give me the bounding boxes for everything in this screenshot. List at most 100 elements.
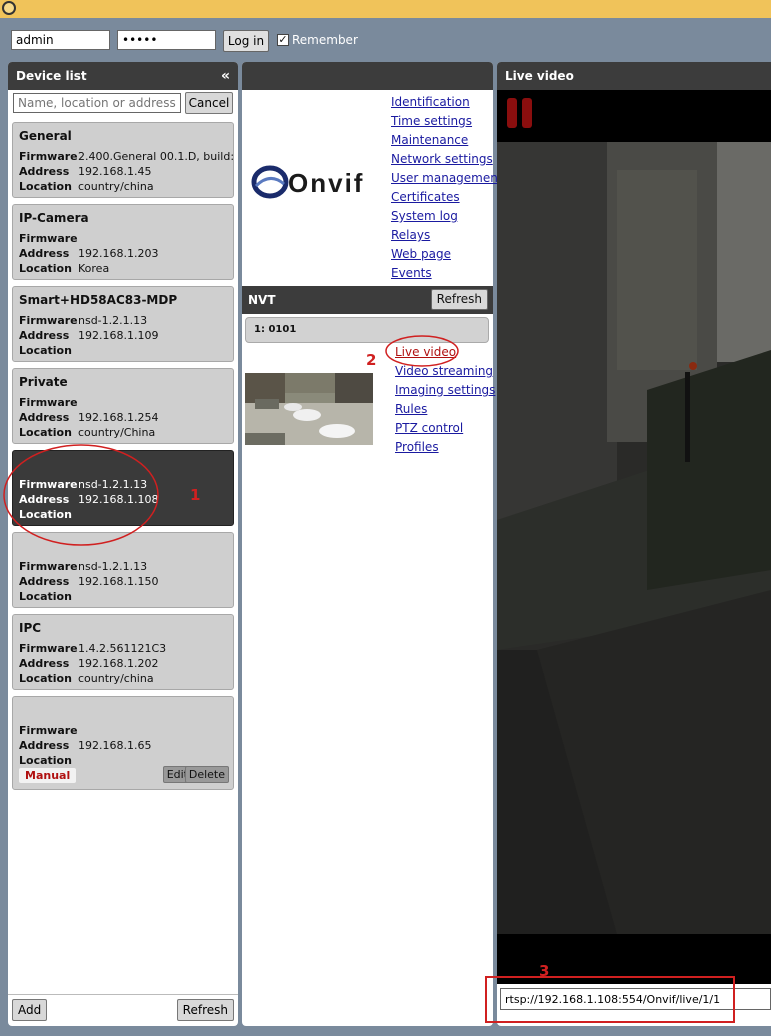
firmware-label: Firmware [19,314,78,327]
device-list-panel: Device list « Cancel General Firmware2.4… [8,62,238,1026]
device-address: 192.168.1.108 [78,493,159,506]
device-search-input[interactable] [13,93,181,113]
device-card[interactable]: Firmware Address 192.168.1.65 Location Ma… [12,696,234,790]
device-address-row: Address 192.168.1.254 [19,411,158,426]
link-imaging-settings[interactable]: Imaging settings [395,381,495,400]
address-label: Address [19,493,70,506]
link-identification[interactable]: Identification [391,93,503,112]
pause-icon[interactable] [507,98,533,128]
device-name: Private [19,375,68,389]
onvif-logo: Onvif [251,165,364,199]
link-relays[interactable]: Relays [391,226,503,245]
location-label: Location [19,262,72,275]
device-firmware-row: Firmware2.400.General 00.1.D, build: 2 [19,150,235,165]
collapse-icon[interactable]: « [221,62,230,90]
link-profiles[interactable]: Profiles [395,438,495,457]
nvt-refresh-button[interactable]: Refresh [430,289,488,310]
device-address-row: Address 192.168.1.203 [19,247,158,262]
login-button[interactable]: Log in [223,30,269,52]
cancel-button[interactable]: Cancel [185,92,233,114]
video-view[interactable] [497,90,771,984]
device-card[interactable]: Smart+HD58AC83-MDP Firmwarensd-1.2.1.13 … [12,286,234,362]
device-list-title: Device list [16,69,87,83]
link-network-settings[interactable]: Network settings [391,150,503,169]
link-maintenance[interactable]: Maintenance [391,131,503,150]
device-firmware: nsd-1.2.1.13 [78,314,148,327]
nvt-header: NVT Refresh [242,286,493,314]
location-label: Location [19,344,72,357]
device-address: 192.168.1.65 [78,739,152,752]
device-card-selected[interactable]: Firmwarensd-1.2.1.13 Address 192.168.1.10… [12,450,234,526]
link-video-streaming[interactable]: Video streaming [395,362,495,381]
device-firmware-row: Firmwarensd-1.2.1.13 [19,478,147,493]
location-label: Location [19,590,72,603]
device-firmware-row: Firmwarensd-1.2.1.13 [19,560,147,575]
location-label: Location [19,508,72,521]
firmware-label: Firmware [19,560,78,573]
device-firmware: 1.4.2.561121C3 [78,642,167,655]
annotation-number: 1 [190,486,201,504]
link-time-settings[interactable]: Time settings [391,112,503,131]
device-card[interactable]: General Firmware2.400.General 00.1.D, bu… [12,122,235,198]
address-label: Address [19,575,70,588]
firmware-label: Firmware [19,232,78,245]
password-input[interactable] [117,30,216,50]
device-location-row: Location [19,508,78,523]
device-firmware-row: Firmware [19,396,78,411]
device-firmware: 2.400.General 00.1.D, build: 2 [78,150,235,163]
annotation-number: 3 [539,962,550,980]
address-label: Address [19,165,70,178]
logo-text: Onvif [288,168,364,198]
login-bar: Log in ✓ Remember [0,18,771,62]
nvt-title: NVT [248,293,276,307]
window-titlebar [0,0,771,18]
device-location-row: Location country/China [19,426,155,441]
device-list-header: Device list « [8,62,238,90]
device-address: 192.168.1.45 [78,165,152,178]
link-live-video[interactable]: Live video [395,343,495,362]
link-ptz-control[interactable]: PTZ control [395,419,495,438]
link-user-management[interactable]: User management [391,169,503,188]
channel-item[interactable]: 1: 0101 [245,317,489,343]
live-video-panel: Live video [497,62,771,1026]
remember-checkbox[interactable]: ✓ [277,34,289,46]
link-certificates[interactable]: Certificates [391,188,503,207]
link-events[interactable]: Events [391,264,503,283]
device-card[interactable]: Private Firmware Address 192.168.1.254 Lo… [12,368,234,444]
firmware-label: Firmware [19,150,78,163]
device-name: Smart+HD58AC83-MDP [19,293,178,307]
link-rules[interactable]: Rules [395,400,495,419]
location-label: Location [19,754,72,767]
stream-url-field[interactable] [500,988,771,1010]
link-system-log[interactable]: System log [391,207,503,226]
address-label: Address [19,657,70,670]
device-location-row: Location Korea [19,262,109,277]
device-address: 192.168.1.202 [78,657,159,670]
device-firmware: nsd-1.2.1.13 [78,478,148,491]
device-name: General [19,129,72,143]
channel-links: Live video Video streaming Imaging setti… [395,343,495,457]
remember-label: Remember [292,33,358,47]
device-location-row: Location country/china [19,180,154,195]
add-device-button[interactable]: Add [12,999,48,1021]
device-location-row: Location [19,754,78,769]
device-address-row: Address 192.168.1.202 [19,657,158,672]
app-icon [2,1,16,15]
device-firmware-row: Firmwarensd-1.2.1.13 [19,314,147,329]
device-card[interactable]: IPC Firmware1.4.2.561121C3 Address 192.16… [12,614,234,690]
device-name: IP-Camera [19,211,89,225]
link-web-page[interactable]: Web page [391,245,503,264]
device-address-row: Address 192.168.1.65 [19,739,151,754]
location-label: Location [19,426,72,439]
username-input[interactable] [11,30,110,50]
firmware-label: Firmware [19,478,78,491]
refresh-devices-button[interactable]: Refresh [176,999,234,1021]
firmware-label: Firmware [19,396,78,409]
delete-button[interactable]: Delete [184,766,229,783]
channel-thumbnail[interactable] [245,373,373,445]
device-card[interactable]: Firmwarensd-1.2.1.13 Address 192.168.1.15… [12,532,234,608]
device-firmware-row: Firmware [19,724,78,739]
address-label: Address [19,739,70,752]
device-card[interactable]: IP-Camera Firmware Address 192.168.1.203 … [12,204,234,280]
device-address-row: Address 192.168.1.150 [19,575,158,590]
